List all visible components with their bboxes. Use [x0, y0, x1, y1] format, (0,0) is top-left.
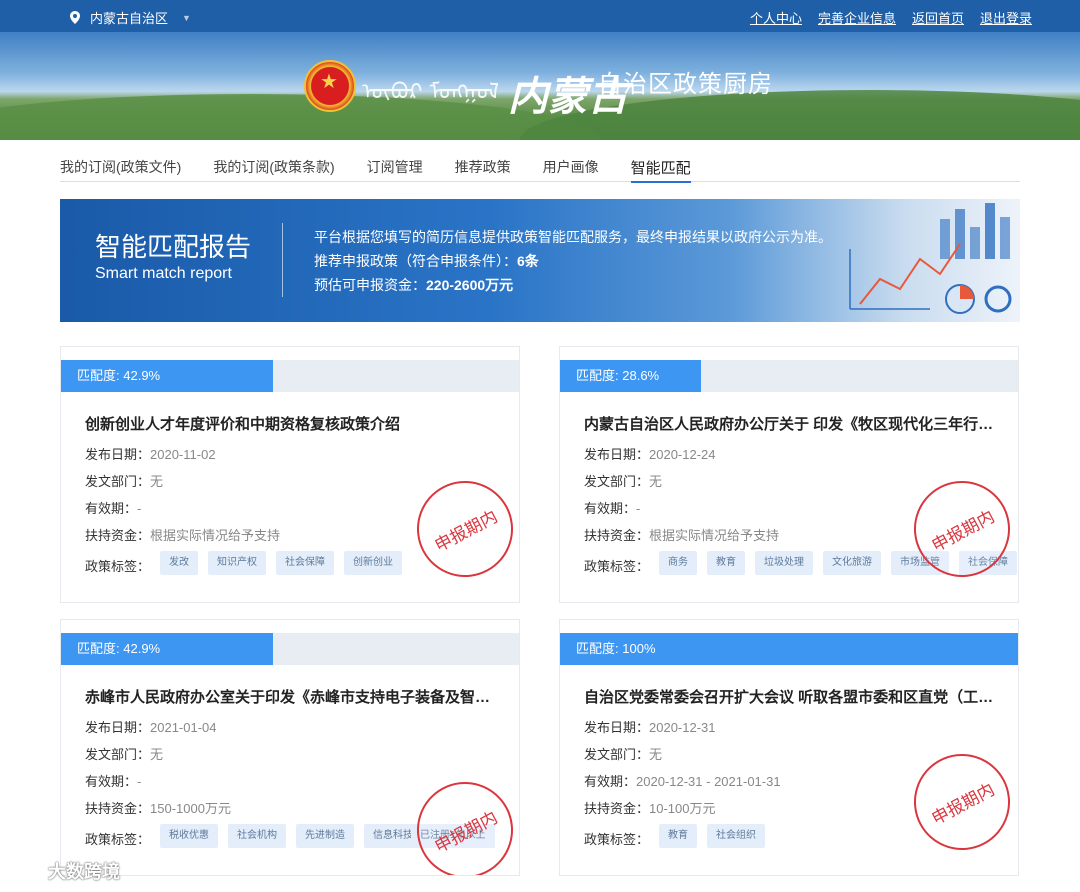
issuing-dept-row: 发文部门：无: [85, 474, 164, 489]
header-banner: ★ ᠦᠪᠦᠷ ᠮᠣᠩᠭᠣᠯ 内蒙古 自治区政策厨房: [0, 32, 1080, 140]
policy-tag[interactable]: 社会机构: [228, 824, 286, 848]
publish-date-row: 发布日期：2020-12-31: [584, 720, 716, 735]
policy-tag[interactable]: 先进制造: [296, 824, 354, 848]
support-fund-row: 扶持资金：根据实际情况给予支持: [584, 528, 780, 543]
policy-tag[interactable]: 创新创业: [344, 551, 402, 575]
top-bar: 内蒙古自治区 ▼ 个人中心 完善企业信息 返回首页 退出登录: [0, 0, 1080, 32]
policy-tags-label: 政策标签：: [85, 559, 151, 574]
region-label: 内蒙古自治区: [90, 11, 169, 26]
match-progress-track: 匹配度: 28.6%: [560, 360, 1018, 392]
policy-tag[interactable]: 发改: [160, 551, 198, 575]
policy-tag[interactable]: 教育: [659, 824, 697, 848]
watermark-logo-icon: [10, 861, 42, 879]
policy-tag[interactable]: 知识产权: [208, 551, 266, 575]
watermark: 大数跨境: [8, 858, 120, 884]
policy-card[interactable]: 匹配度: 100% 自治区党委常委会召开扩大会议 听取各盟市委和区直党（工）..…: [559, 619, 1019, 876]
report-line-3: 预估可申报资金：220-2600万元: [314, 277, 514, 293]
recommended-count: 6条: [517, 253, 539, 269]
watermark-text: 大数跨境: [48, 862, 120, 882]
report-title: 智能匹配报告: [95, 232, 252, 262]
top-links: 个人中心 完善企业信息 返回首页 退出登录: [750, 8, 1032, 27]
policy-tag[interactable]: 文化旅游: [823, 551, 881, 575]
issuing-dept-row: 发文部门：无: [584, 747, 663, 762]
policy-tag[interactable]: 商务: [659, 551, 697, 575]
smart-match-report-banner: 智能匹配报告 Smart match report 平台根据您填写的简历信息提供…: [60, 199, 1020, 322]
match-progress-track: 匹配度: 100%: [560, 633, 1018, 665]
publish-date-row: 发布日期：2020-12-24: [584, 447, 716, 462]
site-title: 自治区政策厨房: [598, 71, 773, 98]
application-period-stamp: 申报期内: [400, 765, 519, 875]
policy-card[interactable]: 匹配度: 42.9% 创新创业人才年度评价和中期资格复核政策介绍 发布日期：20…: [60, 346, 520, 603]
tab-subscription-clauses[interactable]: 我的订阅(政策条款): [213, 140, 334, 182]
valid-period-row: 有效期：-: [584, 501, 641, 516]
support-fund-row: 扶持资金：10-100万元: [584, 801, 716, 816]
logout-link[interactable]: 退出登录: [980, 8, 1032, 27]
match-progress-fill: 匹配度: 42.9%: [61, 633, 273, 665]
estimated-funds: 220-2600万元: [426, 277, 514, 293]
mongolian-script-logo: ᠦᠪᠦᠷ ᠮᠣᠩᠭᠣᠯ: [362, 80, 500, 105]
valid-period-row: 有效期：-: [85, 774, 142, 789]
match-progress-fill: 匹配度: 28.6%: [560, 360, 701, 392]
report-subtitle: Smart match report: [95, 265, 232, 282]
tab-smart-match[interactable]: 智能匹配: [630, 140, 691, 183]
policy-title[interactable]: 自治区党委常委会召开扩大会议 听取各盟市委和区直党（工）...: [584, 686, 1004, 707]
policy-tag[interactable]: 教育: [707, 551, 745, 575]
caret-down-icon: ▼: [182, 12, 191, 23]
report-divider: [282, 223, 283, 297]
policy-tag[interactable]: 社会组织: [707, 824, 765, 848]
tab-subscription-files[interactable]: 我的订阅(政策文件): [60, 140, 181, 182]
support-fund-row: 扶持资金：根据实际情况给予支持: [85, 528, 281, 543]
report-description: 平台根据您填写的简历信息提供政策智能匹配服务，最终申报结果以政府公示为准。 推荐…: [314, 225, 832, 297]
home-link[interactable]: 返回首页: [912, 8, 964, 27]
policy-card[interactable]: 匹配度: 28.6% 内蒙古自治区人民政府办公厅关于 印发《牧区现代化三年行动.…: [559, 346, 1019, 603]
policy-tag[interactable]: 社会保障: [276, 551, 334, 575]
policy-tag[interactable]: 垃圾处理: [755, 551, 813, 575]
policy-card[interactable]: 匹配度: 42.9% 赤峰市人民政府办公室关于印发《赤峰市支持电子装备及智能制.…: [60, 619, 520, 876]
match-progress-track: 匹配度: 42.9%: [61, 633, 519, 665]
policy-tags-label: 政策标签：: [584, 832, 650, 847]
personal-center-link[interactable]: 个人中心: [750, 8, 802, 27]
publish-date-row: 发布日期：2021-01-04: [85, 720, 217, 735]
policy-title[interactable]: 内蒙古自治区人民政府办公厅关于 印发《牧区现代化三年行动...: [584, 413, 1004, 434]
policy-tags-label: 政策标签：: [584, 559, 650, 574]
publish-date-row: 发布日期：2020-11-02: [85, 447, 216, 462]
valid-period-row: 有效期：2020-12-31 - 2021-01-31: [584, 774, 781, 789]
match-progress-fill: 匹配度: 100%: [560, 633, 1018, 665]
issuing-dept-row: 发文部门：无: [85, 747, 164, 762]
support-fund-row: 扶持资金：150-1000万元: [85, 801, 231, 816]
match-progress-fill: 匹配度: 42.9%: [61, 360, 273, 392]
tab-user-profile[interactable]: 用户画像: [543, 140, 599, 182]
match-progress-track: 匹配度: 42.9%: [61, 360, 519, 392]
complete-company-info-link[interactable]: 完善企业信息: [818, 8, 896, 27]
report-line-1: 平台根据您填写的简历信息提供政策智能匹配服务，最终申报结果以政府公示为准。: [314, 229, 832, 245]
region-selector[interactable]: 内蒙古自治区 ▼: [70, 8, 191, 27]
policy-tag[interactable]: 税收优惠: [160, 824, 218, 848]
issuing-dept-row: 发文部门：无: [584, 474, 663, 489]
policy-title[interactable]: 赤峰市人民政府办公室关于印发《赤峰市支持电子装备及智能制...: [85, 686, 505, 707]
main-tabs: 我的订阅(政策文件) 我的订阅(政策条款) 订阅管理 推荐政策 用户画像 智能匹…: [60, 140, 1020, 183]
policy-title[interactable]: 创新创业人才年度评价和中期资格复核政策介绍: [85, 413, 505, 434]
tab-recommended-policies[interactable]: 推荐政策: [455, 140, 511, 182]
valid-period-row: 有效期：-: [85, 501, 142, 516]
emblem-star-icon: ★: [320, 71, 338, 93]
location-pin-icon: [70, 11, 80, 24]
report-line-2: 推荐申报政策（符合申报条件）：6条: [314, 253, 539, 269]
tab-subscription-management[interactable]: 订阅管理: [367, 140, 423, 182]
analytics-illustration-icon: [849, 203, 1012, 314]
